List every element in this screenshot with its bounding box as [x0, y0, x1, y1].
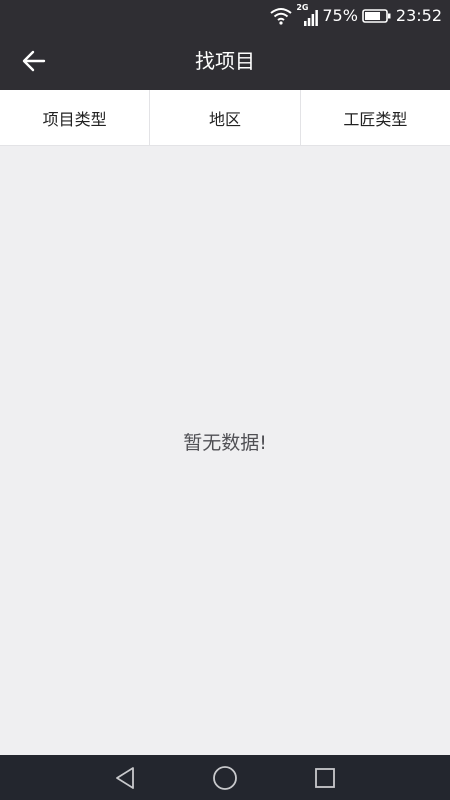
nav-home-button[interactable] — [200, 755, 250, 800]
arrow-left-icon — [22, 50, 46, 72]
battery-icon — [362, 8, 392, 24]
status-bar: 2G 75% 23:52 — [0, 0, 450, 32]
status-icons: 2G 75% 23:52 — [270, 0, 442, 32]
nav-recents-button[interactable] — [300, 755, 350, 800]
filter-region[interactable]: 地区 — [150, 90, 301, 145]
nav-home-icon — [213, 765, 237, 790]
filter-project-type[interactable]: 项目类型 — [0, 90, 151, 145]
filter-label: 地区 — [208, 109, 241, 129]
filter-label: 工匠类型 — [343, 109, 408, 129]
battery-percent: 75% — [322, 6, 358, 25]
clock: 23:52 — [395, 6, 442, 25]
nav-recents-icon — [315, 767, 335, 788]
page-title: 找项目 — [195, 49, 255, 73]
filter-bar: 项目类型 地区 工匠类型 — [0, 90, 450, 146]
system-nav-bar — [0, 755, 450, 800]
app-bar: 找项目 — [0, 32, 450, 90]
back-button[interactable] — [16, 43, 52, 79]
empty-state-message: 暂无数据! — [183, 432, 267, 454]
wifi-icon — [270, 7, 292, 25]
filter-craftsman-type[interactable]: 工匠类型 — [301, 90, 450, 145]
filter-label: 项目类型 — [42, 109, 107, 129]
signal-icon: 2G — [296, 4, 319, 26]
nav-back-icon — [116, 766, 134, 789]
nav-back-button[interactable] — [100, 755, 150, 800]
